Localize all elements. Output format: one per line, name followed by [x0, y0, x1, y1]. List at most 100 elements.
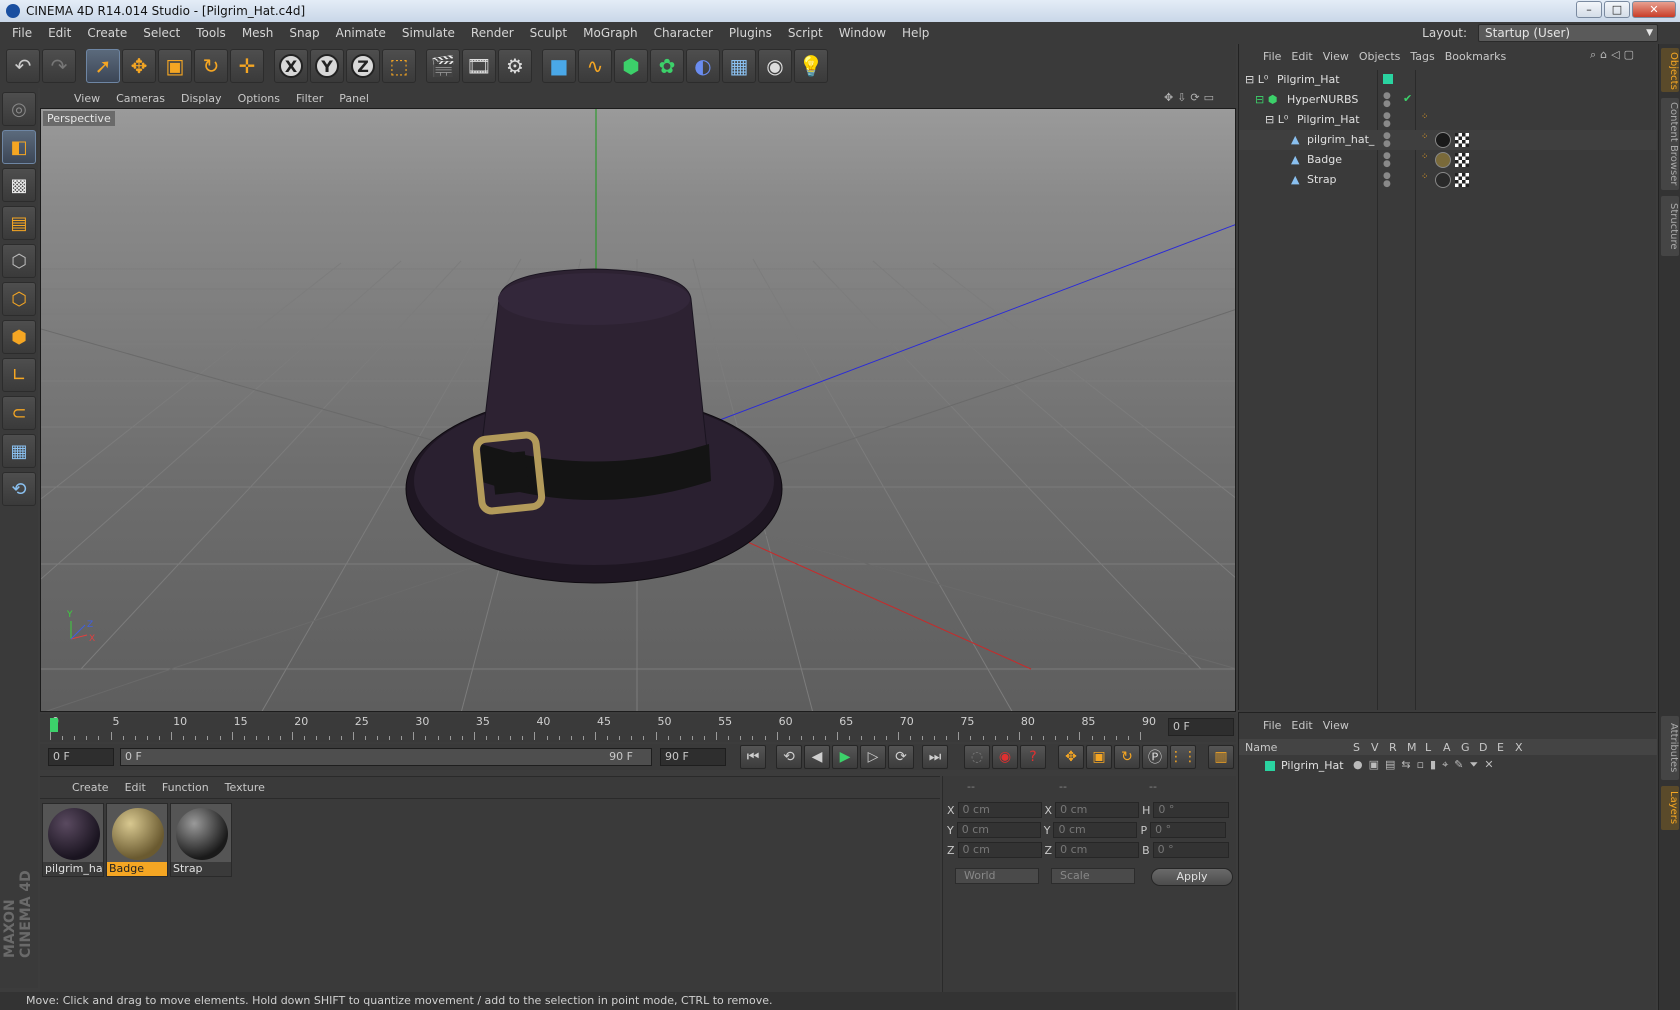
viewport-nav-icons[interactable]: ✥⇩⟳▭ [1156, 91, 1226, 104]
scene-floor-button[interactable]: ▦ [722, 49, 756, 83]
obj-menu-tags[interactable]: Tags [1410, 50, 1444, 63]
enabled-check-icon[interactable]: ✔ [1403, 92, 1412, 105]
object-row[interactable]: ▲ Badge ● ● ⁘ [1239, 150, 1657, 170]
material-tag-icon[interactable] [1435, 132, 1451, 148]
layer-color-swatch[interactable] [1265, 761, 1275, 771]
goto-end-icon[interactable]: ⏭ [922, 745, 948, 769]
menu-mesh[interactable]: Mesh [234, 26, 282, 40]
viewport-menu-display[interactable]: Display [173, 92, 230, 105]
coord-mode-select[interactable]: Scale [1051, 868, 1135, 884]
obj-menu-edit[interactable]: Edit [1291, 50, 1322, 63]
phong-tag-icon[interactable]: ⁘ [1421, 132, 1429, 142]
play-icon[interactable]: ▶ [832, 745, 858, 769]
close-button[interactable]: ✕ [1632, 1, 1676, 18]
coord-space-select[interactable]: World [955, 868, 1039, 884]
recent-tools-button[interactable]: ✛ [230, 49, 264, 83]
menu-create[interactable]: Create [79, 26, 135, 40]
layer-row[interactable]: Pilgrim_Hat ●▣▤⇆▫▮⌖✎⏷✕ [1239, 757, 1657, 775]
menu-window[interactable]: Window [831, 26, 894, 40]
visibility-dots-icon[interactable]: ● ● [1383, 172, 1391, 189]
locked-workplane-button[interactable]: ▦ [2, 434, 36, 468]
key-rotation-icon[interactable]: ↻ [1114, 745, 1140, 769]
viewport-menu-cameras[interactable]: Cameras [108, 92, 173, 105]
object-row[interactable]: ⊟ L⁰ Pilgrim_Hat [1239, 70, 1657, 90]
next-key-icon[interactable]: ⟳ [888, 745, 914, 769]
apply-button[interactable]: Apply [1151, 868, 1233, 886]
menu-snap[interactable]: Snap [281, 26, 327, 40]
y-axis-lock-button[interactable]: Y [310, 49, 344, 83]
rotation-h-field[interactable]: 0 ° [1153, 802, 1230, 818]
record-keys-icon[interactable]: ◌ [964, 745, 990, 769]
viewport-perspective[interactable]: Y Z X Perspective [40, 108, 1236, 712]
material-badge[interactable]: Badge [106, 803, 168, 877]
object-row[interactable]: ⊟ ⬢ HyperNURBS ● ● ✔ [1239, 90, 1657, 110]
mograph-cloner-button[interactable]: ✿ [650, 49, 684, 83]
tab-attributes[interactable]: Attributes [1661, 716, 1679, 780]
maximize-button[interactable]: □ [1604, 1, 1630, 18]
search-icon[interactable]: ⌕⌂◁▢ [1590, 48, 1648, 62]
obj-menu-view[interactable]: View [1323, 50, 1359, 63]
size-x-field[interactable]: 0 cm [1055, 802, 1140, 818]
axis-mode-button[interactable]: ∟ [2, 358, 36, 392]
rotation-b-field[interactable]: 0 ° [1152, 842, 1229, 858]
end-frame-field[interactable]: 90 F [660, 748, 726, 766]
planar-workplane-button[interactable]: ⟲ [2, 472, 36, 506]
prev-key-icon[interactable]: ⟲ [776, 745, 802, 769]
next-frame-icon[interactable]: ▷ [860, 745, 886, 769]
position-y-field[interactable]: 0 cm [956, 822, 1041, 838]
menu-character[interactable]: Character [646, 26, 721, 40]
menu-script[interactable]: Script [780, 26, 831, 40]
timeline-window-icon[interactable]: ▥ [1208, 745, 1234, 769]
x-axis-lock-button[interactable]: X [274, 49, 308, 83]
texture-mode-button[interactable]: ▩ [2, 168, 36, 202]
tab-objects[interactable]: Objects [1661, 48, 1679, 92]
workplane-button[interactable]: ▤ [2, 206, 36, 240]
goto-start-icon[interactable]: ⏮ [740, 745, 766, 769]
minimize-button[interactable]: – [1576, 1, 1602, 18]
visibility-dots-icon[interactable]: ● ● [1383, 92, 1391, 109]
viewport-menu-options[interactable]: Options [230, 92, 288, 105]
object-row[interactable]: ⊟ L⁰ Pilgrim_Hat ● ● ⁘ [1239, 110, 1657, 130]
timeline-ruler[interactable]: 051015202530354045505560657075808590 0 F [40, 714, 1236, 742]
menu-select[interactable]: Select [135, 26, 188, 40]
deformer-button[interactable]: ◐ [686, 49, 720, 83]
tab-structure[interactable]: Structure [1661, 196, 1679, 256]
points-mode-button[interactable]: ⬡ [2, 244, 36, 278]
tab-layers[interactable]: Layers [1661, 786, 1679, 830]
layout-select[interactable]: Startup (User) [1478, 24, 1658, 42]
layer-flags-icons[interactable]: ●▣▤⇆▫▮⌖✎⏷✕ [1353, 758, 1500, 772]
render-settings-button[interactable]: ⚙ [498, 49, 532, 83]
key-scale-icon[interactable]: ▣ [1086, 745, 1112, 769]
layer-menu-edit[interactable]: Edit [1291, 719, 1322, 732]
redo-button[interactable]: ↷ [42, 49, 76, 83]
phong-tag-icon[interactable]: ⁘ [1421, 152, 1429, 162]
timeline-playhead[interactable] [50, 718, 58, 732]
viewport-canvas[interactable]: Y Z X [41, 109, 1236, 712]
phong-tag-icon[interactable]: ⁘ [1421, 172, 1429, 182]
cube-object-button[interactable]: ■ [542, 49, 576, 83]
undo-button[interactable]: ↶ [6, 49, 40, 83]
menu-file[interactable]: File [4, 26, 40, 40]
object-row[interactable]: ▲ pilgrim_hat_ ● ● ⁘ [1239, 130, 1657, 150]
visibility-dots-icon[interactable]: ● ● [1383, 132, 1391, 149]
viewport-menu-view[interactable]: View [66, 92, 108, 105]
menu-help[interactable]: Help [894, 26, 937, 40]
size-z-field[interactable]: 0 cm [1055, 842, 1140, 858]
keyframe-selection-icon[interactable]: ? [1020, 745, 1046, 769]
menu-animate[interactable]: Animate [328, 26, 394, 40]
edges-mode-button[interactable]: ⬡ [2, 282, 36, 316]
rotation-p-field[interactable]: 0 ° [1150, 822, 1227, 838]
uvw-tag-icon[interactable] [1455, 173, 1469, 187]
camera-button[interactable]: ◉ [758, 49, 792, 83]
material-pilgrim-hat[interactable]: pilgrim_hat [42, 803, 104, 877]
mat-menu-function[interactable]: Function [154, 781, 217, 794]
viewport-menu-filter[interactable]: Filter [288, 92, 331, 105]
mat-menu-texture[interactable]: Texture [217, 781, 273, 794]
nurbs-button[interactable]: ⬢ [614, 49, 648, 83]
current-frame-field[interactable]: 0 F [1168, 718, 1234, 736]
tab-content-browser[interactable]: Content Browser [1661, 98, 1679, 190]
key-position-icon[interactable]: ✥ [1058, 745, 1084, 769]
material-tag-icon[interactable] [1435, 172, 1451, 188]
visibility-dots-icon[interactable]: ● ● [1383, 112, 1391, 129]
render-picture-viewer-button[interactable]: 🎞 [462, 49, 496, 83]
